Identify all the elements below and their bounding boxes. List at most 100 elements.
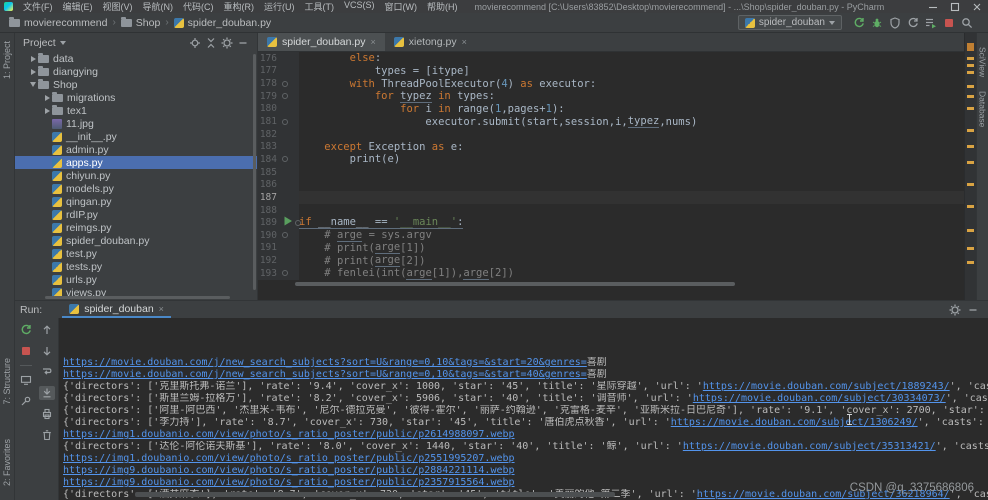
- up-icon[interactable]: [39, 323, 55, 337]
- tool-button-database[interactable]: Database: [978, 91, 988, 127]
- tree-arrow-icon[interactable]: [42, 108, 52, 114]
- tree-arrow-icon[interactable]: [42, 95, 52, 101]
- trash-icon[interactable]: [39, 428, 55, 442]
- runlist-icon[interactable]: [922, 15, 940, 31]
- collapse-icon[interactable]: [203, 37, 219, 49]
- code-line-176[interactable]: 176 else:: [258, 52, 964, 65]
- stripe-mark-7[interactable]: [967, 129, 974, 132]
- code-line-179[interactable]: 179 for typez in types:: [258, 90, 964, 103]
- code-line-186[interactable]: 186: [258, 178, 964, 191]
- tree-item-12[interactable]: rdIP.py: [15, 208, 257, 221]
- run-line-icon[interactable]: [282, 215, 294, 230]
- menu-item-3[interactable]: 导航(N): [138, 0, 179, 13]
- tree-vertical-scrollbar[interactable]: [253, 54, 256, 290]
- tree-item-6[interactable]: __init__.py: [15, 130, 257, 143]
- stripe-mark-3[interactable]: [967, 71, 974, 74]
- tree-item-11[interactable]: qingan.py: [15, 195, 257, 208]
- menu-item-7[interactable]: 工具(T): [300, 0, 340, 13]
- search-icon[interactable]: [958, 15, 976, 31]
- stripe-mark-13[interactable]: [967, 247, 974, 250]
- menu-item-2[interactable]: 视图(V): [98, 0, 138, 13]
- run-tab-spider-douban[interactable]: spider_douban ×: [62, 301, 171, 318]
- code-line-188[interactable]: 188: [258, 204, 964, 217]
- monitor-icon[interactable]: [18, 373, 34, 387]
- close-icon[interactable]: ×: [159, 304, 164, 314]
- gutter-mark[interactable]: [280, 267, 299, 280]
- tree-item-4[interactable]: tex1: [15, 104, 257, 117]
- tree-item-13[interactable]: reimgs.py: [15, 221, 257, 234]
- breadcrumb-item-2[interactable]: spider_douban.py: [171, 17, 274, 29]
- tool-button-project[interactable]: 1: Project: [2, 41, 12, 79]
- tree-item-8[interactable]: apps.py: [15, 156, 257, 169]
- code-line-183[interactable]: 183 except Exception as e:: [258, 140, 964, 153]
- stop-icon[interactable]: [940, 15, 958, 31]
- tree-item-16[interactable]: tests.py: [15, 260, 257, 273]
- menu-item-6[interactable]: 运行(U): [259, 0, 300, 13]
- code-line-180[interactable]: 180 for i in range(1,pages+1):: [258, 103, 964, 116]
- close-icon[interactable]: ×: [370, 37, 375, 47]
- minus-icon[interactable]: [964, 304, 982, 316]
- close-icon[interactable]: ×: [462, 37, 467, 47]
- console-link[interactable]: https://movie.douban.com/subject/3033407…: [693, 393, 946, 404]
- menu-item-0[interactable]: 文件(F): [18, 0, 58, 13]
- stripe-mark-5[interactable]: [967, 95, 974, 98]
- gutter-mark[interactable]: [280, 229, 299, 242]
- stripe-mark-12[interactable]: [967, 229, 974, 232]
- menu-item-4[interactable]: 代码(C): [178, 0, 219, 13]
- bug-icon[interactable]: [868, 15, 886, 31]
- print-icon[interactable]: [39, 407, 55, 421]
- code-line-193[interactable]: 193 # fenlei(int(arge[1]),arge[2]): [258, 267, 964, 280]
- console-link[interactable]: https://movie.douban.com/j/new_search_su…: [63, 369, 587, 380]
- tree-arrow-icon[interactable]: [28, 82, 38, 87]
- run-console[interactable]: https://movie.douban.com/j/new_search_su…: [59, 318, 988, 500]
- minus-icon[interactable]: [235, 37, 251, 49]
- code-line-184[interactable]: 184 print(e): [258, 153, 964, 166]
- stripe-mark-8[interactable]: [967, 145, 974, 148]
- stop-icon[interactable]: [18, 344, 34, 358]
- stripe-mark-4[interactable]: [967, 85, 974, 88]
- gutter-mark[interactable]: [280, 77, 299, 90]
- editor-tab-0[interactable]: spider_douban.py×: [258, 33, 385, 51]
- tree-item-1[interactable]: diangying: [15, 65, 257, 78]
- stripe-mark-11[interactable]: [967, 205, 974, 208]
- menu-item-10[interactable]: 帮助(H): [422, 0, 463, 13]
- code-line-191[interactable]: 191 # print(arge[1]): [258, 242, 964, 255]
- breadcrumb-item-1[interactable]: Shop: [118, 17, 164, 29]
- console-link[interactable]: https://movie.douban.com/j/new_search_su…: [63, 357, 587, 368]
- code-line-181[interactable]: 181 executor.submit(start,session,i,type…: [258, 115, 964, 128]
- console-link[interactable]: https://movie.douban.com/subject/1306249…: [671, 417, 918, 428]
- code-editor[interactable]: 176 else:177 types = [itype]178 with Thr…: [258, 52, 964, 300]
- stripe-mark-6[interactable]: [967, 107, 974, 110]
- locate-icon[interactable]: [187, 37, 203, 49]
- close-button[interactable]: [966, 0, 988, 13]
- stripe-mark-0[interactable]: [967, 43, 974, 51]
- gear-icon[interactable]: [946, 304, 964, 316]
- stripe-mark-1[interactable]: [967, 57, 974, 60]
- code-line-190[interactable]: 190 # arge = sys.argv: [258, 229, 964, 242]
- console-link[interactable]: https://img9.doubanio.com/view/photo/s_r…: [63, 477, 515, 488]
- rerun-icon[interactable]: [18, 323, 34, 337]
- gear-icon[interactable]: [219, 37, 235, 49]
- console-link[interactable]: https://img1.doubanio.com/view/photo/s_r…: [63, 429, 515, 440]
- tree-item-10[interactable]: models.py: [15, 182, 257, 195]
- menu-item-8[interactable]: VCS(S): [339, 0, 380, 13]
- pin-icon[interactable]: [18, 394, 34, 408]
- tree-item-0[interactable]: data: [15, 52, 257, 65]
- down-icon[interactable]: [39, 344, 55, 358]
- code-line-187[interactable]: 187: [258, 191, 964, 204]
- tree-item-17[interactable]: urls.py: [15, 273, 257, 286]
- tool-button-structure[interactable]: 7: Structure: [2, 358, 12, 405]
- tree-arrow-icon[interactable]: [28, 69, 38, 75]
- tree-item-9[interactable]: chiyun.py: [15, 169, 257, 182]
- tree-item-5[interactable]: 11.jpg: [15, 117, 257, 130]
- tree-item-14[interactable]: spider_douban.py: [15, 234, 257, 247]
- restart-icon[interactable]: [904, 15, 922, 31]
- coverage-icon[interactable]: [886, 15, 904, 31]
- tree-item-2[interactable]: Shop: [15, 78, 257, 91]
- tree-item-3[interactable]: migrations: [15, 91, 257, 104]
- tree-item-7[interactable]: admin.py: [15, 143, 257, 156]
- console-link[interactable]: https://movie.douban.com/subject/3531342…: [683, 441, 936, 452]
- gutter-mark[interactable]: [280, 153, 299, 166]
- stripe-mark-2[interactable]: [967, 64, 974, 67]
- console-link[interactable]: https://movie.douban.com/subject/1889243…: [703, 381, 950, 392]
